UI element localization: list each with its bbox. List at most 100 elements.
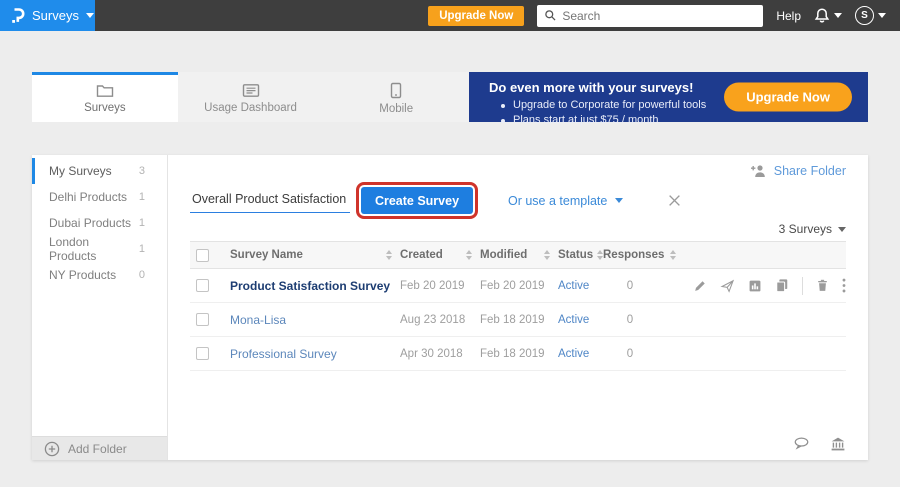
folder-count: 3 bbox=[139, 165, 145, 177]
create-survey-button[interactable]: Create Survey bbox=[361, 187, 473, 214]
tab-strip: Surveys Usage Dashboard Mobile bbox=[32, 72, 469, 122]
folders-sidebar: My Surveys 3 Delhi Products 1 Dubai Prod… bbox=[32, 155, 168, 460]
sort-icon[interactable] bbox=[670, 250, 676, 260]
close-icon[interactable] bbox=[667, 193, 682, 208]
share-folder-label: Share Folder bbox=[774, 164, 846, 178]
tab-surveys[interactable]: Surveys bbox=[32, 72, 178, 122]
folder-label: London Products bbox=[49, 235, 139, 263]
table-row: Professional Survey Apr 30 2018 Feb 18 2… bbox=[190, 337, 846, 371]
modified-date: Feb 18 2019 bbox=[480, 348, 545, 360]
upgrade-now-button[interactable]: Upgrade Now bbox=[428, 6, 524, 26]
sort-icon[interactable] bbox=[466, 250, 472, 260]
table-row: Mona-Lisa Aug 23 2018 Feb 18 2019 Active… bbox=[190, 303, 846, 337]
surveys-table: Survey Name Created Modified Status Resp… bbox=[190, 241, 846, 371]
chevron-down-icon bbox=[878, 13, 886, 18]
folder-label: Delhi Products bbox=[49, 190, 127, 204]
banner-upgrade-button[interactable]: Upgrade Now bbox=[724, 83, 852, 112]
folder-label: Dubai Products bbox=[49, 216, 131, 230]
help-link[interactable]: Help bbox=[776, 9, 801, 23]
row-checkbox[interactable] bbox=[196, 347, 209, 360]
table-header: Survey Name Created Modified Status Resp… bbox=[190, 241, 846, 269]
chevron-down-icon bbox=[838, 227, 846, 232]
folder-count: 1 bbox=[139, 243, 145, 255]
survey-count-dropdown[interactable]: 3 Surveys bbox=[190, 221, 846, 237]
survey-link[interactable]: Professional Survey bbox=[230, 347, 337, 361]
use-template-dropdown[interactable]: Or use a template bbox=[508, 194, 623, 208]
send-icon[interactable] bbox=[720, 279, 735, 293]
modified-date: Feb 18 2019 bbox=[480, 314, 545, 326]
avatar: S bbox=[855, 6, 874, 25]
sidebar-item-dubai-products[interactable]: Dubai Products 1 bbox=[32, 210, 167, 236]
row-checkbox[interactable] bbox=[196, 279, 209, 292]
survey-link[interactable]: Product Satisfaction Survey bbox=[230, 279, 390, 293]
search-icon bbox=[544, 9, 557, 22]
tab-mobile[interactable]: Mobile bbox=[323, 72, 469, 122]
header-created[interactable]: Created bbox=[400, 249, 443, 261]
header-survey-name[interactable]: Survey Name bbox=[230, 249, 303, 261]
highlight-annotation: Create Survey bbox=[356, 182, 478, 219]
archive-bank-icon[interactable] bbox=[830, 436, 846, 452]
notifications-menu[interactable] bbox=[814, 7, 842, 24]
plus-circle-icon bbox=[44, 441, 60, 457]
feedback-bubble-icon[interactable] bbox=[793, 436, 810, 452]
sidebar-item-my-surveys[interactable]: My Surveys 3 bbox=[32, 158, 167, 184]
app-menu[interactable]: Surveys bbox=[0, 0, 95, 31]
proprofs-logo-icon bbox=[10, 7, 25, 25]
user-menu[interactable]: S bbox=[855, 6, 886, 25]
share-folder-button[interactable]: Share Folder bbox=[190, 163, 846, 179]
folder-label: NY Products bbox=[49, 268, 116, 282]
add-folder-label: Add Folder bbox=[68, 442, 127, 456]
folder-label: My Surveys bbox=[49, 164, 112, 178]
chevron-down-icon bbox=[615, 198, 623, 203]
tab-usage-dashboard[interactable]: Usage Dashboard bbox=[178, 72, 324, 122]
header-status[interactable]: Status bbox=[558, 249, 593, 261]
dashboard-icon bbox=[242, 83, 260, 98]
more-options-icon[interactable] bbox=[842, 278, 846, 293]
responses-count: 0 bbox=[603, 280, 675, 292]
mobile-icon bbox=[390, 82, 402, 99]
chevron-down-icon bbox=[86, 13, 94, 18]
tab-label: Surveys bbox=[84, 102, 126, 114]
create-survey-row: Create Survey Or use a template bbox=[190, 182, 846, 219]
banner-bullet: Plans start at just $75 / month bbox=[489, 113, 868, 128]
modified-date: Feb 20 2019 bbox=[480, 280, 545, 292]
folder-count: 1 bbox=[139, 217, 145, 229]
sort-icon[interactable] bbox=[544, 250, 550, 260]
tab-label: Usage Dashboard bbox=[204, 102, 297, 114]
edit-icon[interactable] bbox=[693, 279, 707, 293]
survey-link[interactable]: Mona-Lisa bbox=[230, 313, 286, 327]
person-plus-icon bbox=[750, 164, 767, 178]
sidebar-item-london-products[interactable]: London Products 1 bbox=[32, 236, 167, 262]
header-responses[interactable]: Responses bbox=[603, 249, 664, 261]
select-all-checkbox[interactable] bbox=[196, 249, 209, 262]
status-badge: Active bbox=[558, 314, 589, 326]
survey-name-input[interactable] bbox=[190, 188, 350, 213]
delete-icon[interactable] bbox=[816, 278, 829, 293]
sort-icon[interactable] bbox=[386, 250, 392, 260]
duplicate-icon[interactable] bbox=[775, 278, 789, 293]
add-folder-button[interactable]: Add Folder bbox=[32, 436, 167, 460]
responses-count: 0 bbox=[603, 348, 675, 360]
table-row: Product Satisfaction Survey Feb 20 2019 … bbox=[190, 269, 846, 303]
use-template-label: Or use a template bbox=[508, 194, 607, 208]
reports-icon[interactable] bbox=[748, 279, 762, 293]
folder-icon bbox=[96, 83, 114, 98]
created-date: Apr 30 2018 bbox=[400, 348, 463, 360]
search-input[interactable] bbox=[562, 9, 756, 23]
search-box[interactable] bbox=[537, 5, 763, 27]
row-checkbox[interactable] bbox=[196, 313, 209, 326]
sidebar-item-ny-products[interactable]: NY Products 0 bbox=[32, 262, 167, 288]
folder-count: 1 bbox=[139, 191, 145, 203]
survey-count-label: 3 Surveys bbox=[779, 222, 832, 236]
divider bbox=[802, 277, 803, 295]
sidebar-item-delhi-products[interactable]: Delhi Products 1 bbox=[32, 184, 167, 210]
tab-label: Mobile bbox=[379, 103, 413, 115]
created-date: Aug 23 2018 bbox=[400, 314, 465, 326]
status-badge: Active bbox=[558, 280, 589, 292]
header-modified[interactable]: Modified bbox=[480, 249, 527, 261]
surveys-content: Share Folder Create Survey Or use a temp… bbox=[168, 155, 868, 460]
upgrade-banner: Do even more with your surveys! Upgrade … bbox=[469, 72, 868, 122]
chevron-down-icon bbox=[834, 13, 842, 18]
created-date: Feb 20 2019 bbox=[400, 280, 465, 292]
surveys-panel: My Surveys 3 Delhi Products 1 Dubai Prod… bbox=[32, 155, 868, 460]
